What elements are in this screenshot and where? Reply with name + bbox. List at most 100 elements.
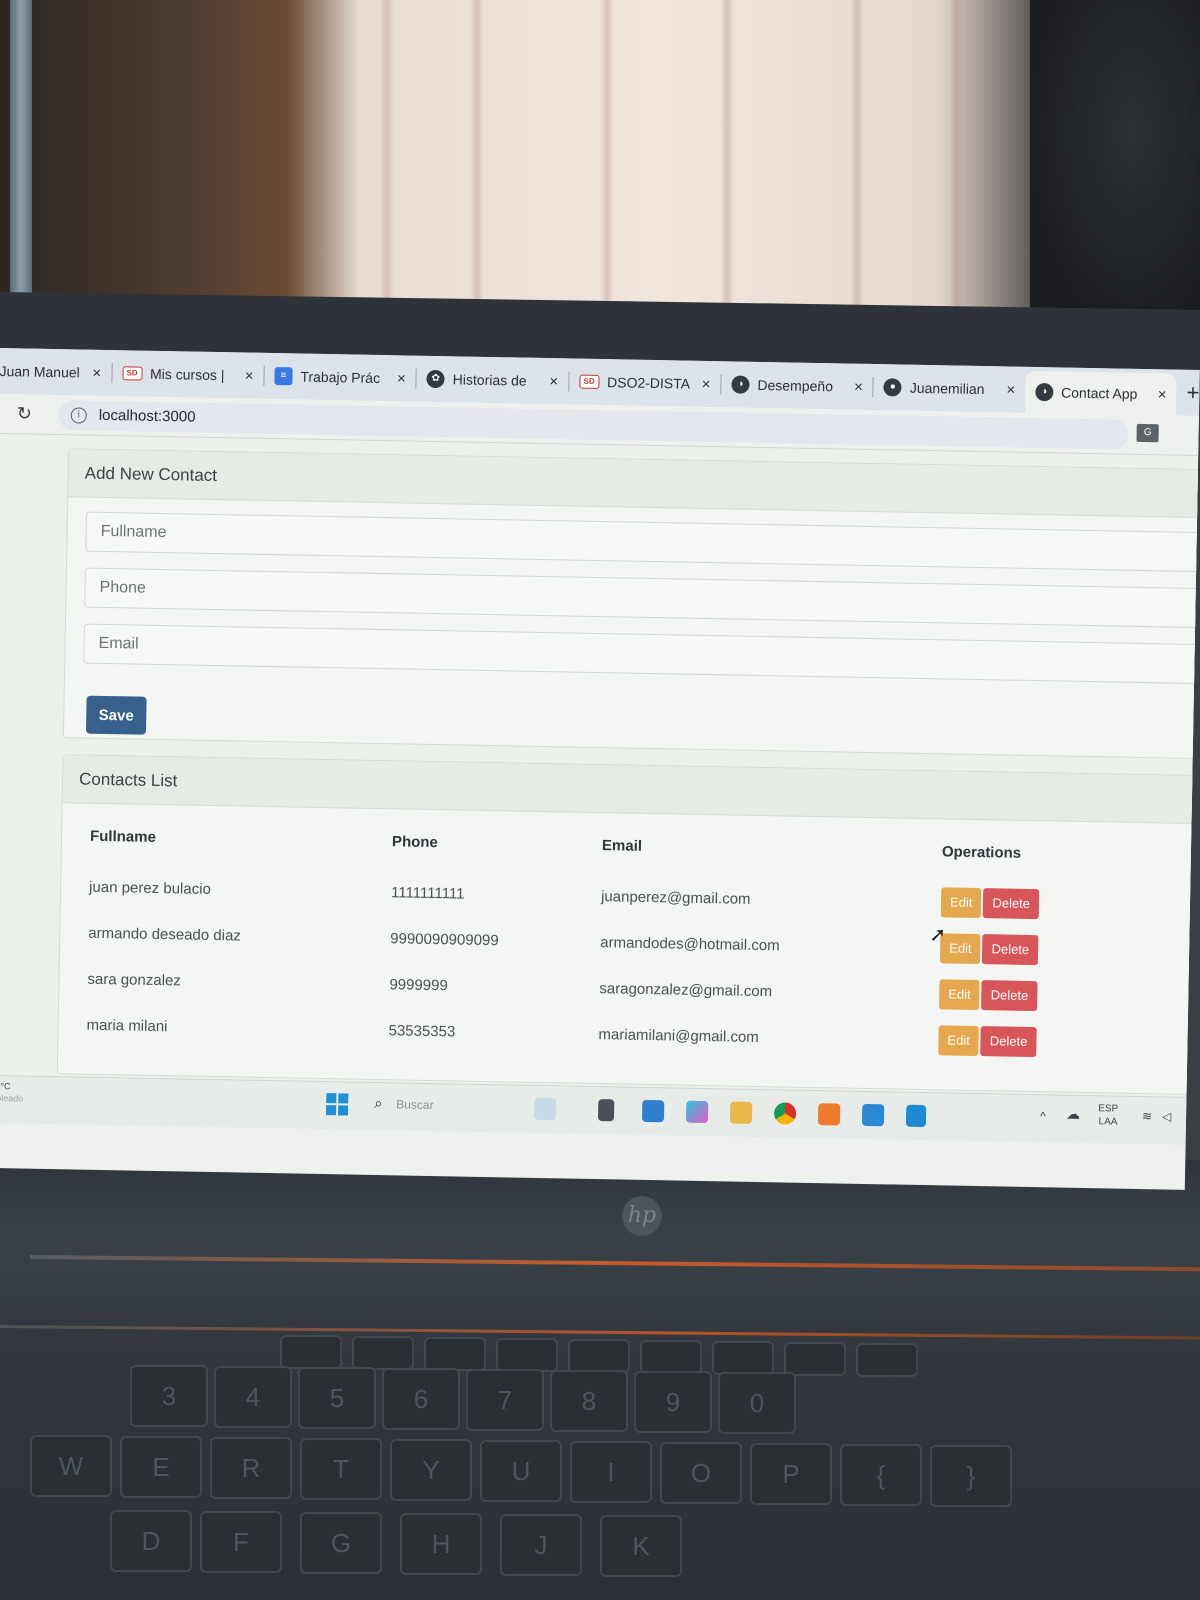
key-h: H <box>400 1513 482 1575</box>
tab-title: Trabajo Prác <box>300 368 381 386</box>
tab-juan-manuel[interactable]: Juan Manuel × <box>0 353 111 391</box>
tab-historias[interactable]: ✿ Historias de × <box>416 361 568 400</box>
widgets-icon[interactable] <box>533 1097 557 1121</box>
dark-cloth <box>1030 0 1200 330</box>
copilot-icon[interactable] <box>685 1100 709 1124</box>
fn-key <box>856 1343 918 1377</box>
file-explorer-icon[interactable] <box>597 1099 615 1122</box>
xampp-icon[interactable] <box>817 1103 841 1126</box>
column-header-phone: Phone <box>391 833 439 852</box>
weather-condition: Soleado <box>0 1092 24 1104</box>
close-icon[interactable]: × <box>1006 381 1015 398</box>
column-header-fullname: Fullname <box>89 827 157 846</box>
info-icon[interactable]: i <box>70 406 87 424</box>
contacts-list-header: Contacts List <box>62 755 1200 825</box>
weather-widget[interactable]: 16°C Soleado <box>0 1080 24 1105</box>
folder-icon[interactable] <box>729 1101 753 1124</box>
key-bracket-open: { <box>840 1444 922 1506</box>
keyboard: 3 4 5 6 7 8 9 0 W E R T Y U I O P { } D … <box>0 1335 1200 1600</box>
key-u: U <box>480 1440 562 1502</box>
key-4: 4 <box>214 1366 292 1428</box>
new-tab-icon[interactable]: + <box>1186 380 1199 406</box>
tab-title: Historias de <box>452 371 527 389</box>
fullname-input[interactable] <box>85 511 1200 573</box>
delete-button[interactable]: Delete <box>980 1026 1037 1058</box>
app-icon: ◑ <box>1034 382 1054 402</box>
chrome-icon[interactable] <box>773 1102 797 1125</box>
key-3: 3 <box>130 1365 208 1427</box>
sd-icon: SD <box>121 366 143 381</box>
key-7: 7 <box>466 1369 544 1431</box>
add-contact-card: Add New Contact Save <box>62 448 1200 760</box>
tab-desempeno[interactable]: ◑ Desempeño × <box>721 366 873 405</box>
reload-icon[interactable]: ↻ <box>17 403 37 424</box>
curtain-fold <box>720 0 734 330</box>
add-contact-header: Add New Contact <box>68 449 1200 519</box>
volume-icon[interactable]: ◁ <box>1162 1109 1171 1123</box>
tab-trabajo-practico[interactable]: ≡ Trabajo Prác × <box>264 358 416 397</box>
wifi-icon[interactable]: ≋ <box>1142 1109 1152 1123</box>
edit-button[interactable]: Edit <box>939 979 980 1011</box>
fn-key <box>640 1340 702 1374</box>
close-icon[interactable]: × <box>702 375 711 392</box>
close-icon[interactable]: × <box>549 373 558 390</box>
curtain-fold <box>600 0 614 330</box>
onedrive-icon[interactable]: ☁ <box>1066 1106 1080 1123</box>
contacts-list-card: Contacts List Fullname Phone Email Opera… <box>56 754 1200 1096</box>
key-9: 9 <box>634 1371 712 1433</box>
column-header-operations: Operations <box>941 843 1022 862</box>
fn-key <box>712 1341 774 1375</box>
cell-phone: 9999999 <box>389 975 448 994</box>
cell-operations: Edit Delete <box>938 1017 1087 1066</box>
search-icon[interactable]: ⌕ <box>374 1095 383 1112</box>
phone-input[interactable] <box>84 567 1200 629</box>
windows-start-icon[interactable] <box>325 1093 349 1116</box>
cell-phone: 1111111111 <box>390 883 465 903</box>
cell-email: saragonzalez@gmail.com <box>599 979 773 1000</box>
curtain-fold <box>380 0 394 330</box>
tab-mis-cursos[interactable]: SD Mis cursos | × <box>112 355 264 394</box>
close-icon[interactable]: × <box>397 370 406 387</box>
cell-fullname: maria milani <box>86 1016 168 1035</box>
key-r: R <box>210 1437 292 1499</box>
photos-icon[interactable] <box>861 1103 885 1127</box>
delete-button[interactable]: Delete <box>981 980 1038 1012</box>
fn-key <box>352 1336 414 1370</box>
delete-button[interactable]: Delete <box>982 934 1039 966</box>
page-content: Add New Contact Save Contacts List Fulln… <box>0 434 1200 1097</box>
key-g: G <box>300 1512 382 1574</box>
close-icon[interactable]: × <box>245 367 254 384</box>
tab-dso2[interactable]: SD DSO2-DISTA × <box>569 363 721 402</box>
tab-github[interactable]: ● Juanemilian × <box>873 369 1025 408</box>
key-d: D <box>110 1510 192 1572</box>
fn-key <box>568 1339 630 1373</box>
translate-icon[interactable]: G <box>1136 423 1159 443</box>
close-icon[interactable]: × <box>1158 386 1167 403</box>
tab-contact-app[interactable]: ◑ Contact App × <box>1024 370 1177 416</box>
taskbar-search[interactable]: Buscar <box>396 1097 434 1112</box>
tab-title: DSO2-DISTA <box>606 374 691 392</box>
email-input[interactable] <box>83 623 1200 685</box>
close-icon[interactable]: × <box>854 378 863 395</box>
room-background <box>0 0 1200 330</box>
key-w: W <box>30 1435 112 1497</box>
edit-button[interactable]: Edit <box>938 1025 980 1057</box>
cell-email: armandodes@hotmail.com <box>600 933 780 954</box>
curtain-fold <box>850 0 864 330</box>
url-text[interactable]: localhost:3000 <box>99 407 196 426</box>
vscode-icon[interactable] <box>905 1104 927 1128</box>
close-icon[interactable]: × <box>92 364 101 381</box>
chevron-up-icon[interactable]: ^ <box>1040 1109 1046 1123</box>
tab-title: Juan Manuel <box>0 362 80 381</box>
key-5: 5 <box>298 1367 376 1429</box>
cell-email: juanperez@gmail.com <box>600 887 751 908</box>
key-k: K <box>600 1515 682 1577</box>
store-icon[interactable] <box>641 1099 665 1123</box>
cell-operations: Edit Delete <box>939 971 1088 1020</box>
delete-button[interactable]: Delete <box>983 888 1040 920</box>
edit-button[interactable]: Edit <box>940 887 982 919</box>
language-indicator[interactable]: ESP LAA <box>1098 1102 1118 1128</box>
key-o: O <box>660 1442 742 1504</box>
save-button[interactable]: Save <box>85 695 147 735</box>
tab-title: Juanemilian <box>909 379 985 398</box>
